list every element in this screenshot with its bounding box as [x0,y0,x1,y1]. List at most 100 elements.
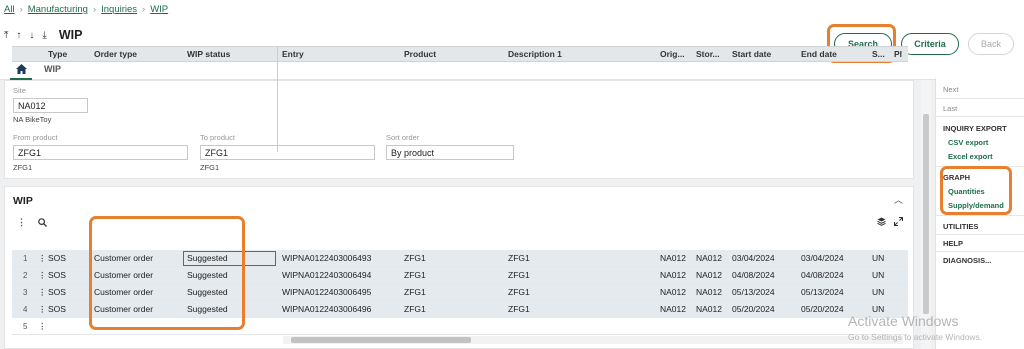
column-header-storage[interactable]: Stor... [696,47,720,61]
cell-start-date[interactable]: 05/20/2024 [732,301,775,318]
first-record-icon[interactable]: ⤒ [4,30,8,41]
criteria-button[interactable]: Criteria [901,33,959,55]
sort-order-label: Sort order [386,133,420,142]
title-row: ⤒ ↑ ↓ ⤓ WIP [4,28,82,42]
column-header-start-date[interactable]: Start date [732,47,771,61]
cell-end-date[interactable]: 05/13/2024 [801,284,844,301]
row-menu-icon[interactable]: ⋮ [38,301,47,318]
utilities-section[interactable]: UTILITIES [943,222,978,231]
vertical-scrollbar[interactable] [921,80,931,349]
cell-description[interactable]: ZFG1 [508,250,530,267]
column-header-description-1[interactable]: Description 1 [508,47,562,61]
cell-product[interactable]: ZFG1 [404,267,426,284]
cell-entry[interactable]: WIPNA0122403006495 [282,284,371,301]
inquiry-export-section[interactable]: INQUIRY EXPORT [943,124,1007,133]
layers-icon[interactable] [877,217,886,226]
diagnosis-section[interactable]: DIAGNOSIS... [943,256,991,265]
row-menu-icon[interactable]: ⋮ [38,318,47,335]
column-header-product[interactable]: Product [404,47,436,61]
site-description: NA BikeToy [13,115,52,124]
cell-start-date[interactable]: 05/13/2024 [732,284,775,301]
cell-s[interactable]: UN [872,284,884,301]
column-header-pl[interactable]: Pl [894,47,902,61]
last-link[interactable]: Last [943,104,957,113]
search-icon[interactable] [38,218,47,227]
breadcrumb-all[interactable]: All [4,4,15,15]
excel-export-link[interactable]: Excel export [948,152,993,161]
cell-end-date[interactable]: 05/20/2024 [801,301,844,318]
horizontal-scrollbar[interactable] [283,336,903,344]
back-button[interactable]: Back [968,33,1014,55]
divider [936,215,1024,216]
cell-entry[interactable]: WIPNA0122403006496 [282,301,371,318]
from-product-field[interactable]: ZFG1 [13,145,188,160]
cell-storage[interactable]: NA012 [696,267,722,284]
breadcrumb-wip[interactable]: WIP [150,4,168,15]
cell-type[interactable]: SOS [48,267,66,284]
cell-product[interactable]: ZFG1 [404,250,426,267]
cell-description[interactable]: ZFG1 [508,267,530,284]
cell-entry[interactable]: WIPNA0122403006494 [282,267,371,284]
cell-s[interactable]: UN [872,267,884,284]
next-link[interactable]: Next [943,85,958,94]
wip-section-title: WIP [13,195,33,207]
column-header-type[interactable]: Type [48,47,67,61]
cell-origin[interactable]: NA012 [660,267,686,284]
csv-export-link[interactable]: CSV export [948,138,988,147]
expand-icon[interactable] [894,217,903,226]
cell-description[interactable]: ZFG1 [508,284,530,301]
site-field[interactable]: NA012 [13,98,88,113]
column-header-entry[interactable]: Entry [282,47,304,61]
row-menu-icon[interactable]: ⋮ [38,267,47,284]
cell-storage[interactable]: NA012 [696,284,722,301]
sort-order-field[interactable]: By product [386,145,514,160]
cell-type[interactable]: SOS [48,284,66,301]
cell-product[interactable]: ZFG1 [404,284,426,301]
row-number: 5 [23,322,28,331]
page-title: WIP [58,28,83,42]
next-record-icon[interactable]: ↓ [29,30,34,41]
column-header-s[interactable]: S... [872,47,885,61]
cell-origin[interactable]: NA012 [660,250,686,267]
column-header-order-type[interactable]: Order type [94,47,137,61]
cell-type[interactable]: SOS [48,250,66,267]
column-header-end-date[interactable]: End date [801,47,837,61]
breadcrumb-separator: › [19,4,23,15]
table-menu-icon[interactable]: ⋮ [17,217,26,228]
previous-record-icon[interactable]: ↑ [16,30,21,41]
tab-wip[interactable]: WIP [44,64,61,74]
activate-windows-watermark: Activate Windows Go to Settings to activ… [848,313,982,345]
to-product-field[interactable]: ZFG1 [200,145,375,160]
breadcrumb-inquiries[interactable]: Inquiries [101,4,137,15]
from-product-description: ZFG1 [13,163,33,172]
cell-description[interactable]: ZFG1 [508,301,530,318]
cell-entry[interactable]: WIPNA0122403006493 [282,250,371,267]
tab-home[interactable] [10,60,32,80]
cell-end-date[interactable]: 04/08/2024 [801,267,844,284]
scrollbar-thumb[interactable] [291,337,471,343]
column-header-wip-status[interactable]: WIP status [187,47,230,61]
row-menu-icon[interactable]: ⋮ [38,250,47,267]
cell-start-date[interactable]: 03/04/2024 [732,250,775,267]
divider [936,234,1024,235]
row-number: 3 [23,288,28,297]
cell-end-date[interactable]: 03/04/2024 [801,250,844,267]
cell-storage[interactable]: NA012 [696,301,722,318]
help-section[interactable]: HELP [943,239,963,248]
cell-s[interactable]: UN [872,250,884,267]
cell-origin[interactable]: NA012 [660,301,686,318]
cell-origin[interactable]: NA012 [660,284,686,301]
collapse-icon[interactable]: ︿ [894,193,903,206]
breadcrumb: All › Manufacturing › Inquiries › WIP [4,4,168,15]
divider [936,116,1024,117]
column-header-origin[interactable]: Orig... [660,47,685,61]
row-menu-icon[interactable]: ⋮ [38,284,47,301]
scrollbar-thumb[interactable] [923,114,929,314]
cell-product[interactable]: ZFG1 [404,301,426,318]
from-product-label: From product [13,133,58,142]
breadcrumb-manufacturing[interactable]: Manufacturing [28,4,88,15]
cell-type[interactable]: SOS [48,301,66,318]
last-record-icon[interactable]: ⤓ [42,30,46,41]
cell-start-date[interactable]: 04/08/2024 [732,267,775,284]
cell-storage[interactable]: NA012 [696,250,722,267]
